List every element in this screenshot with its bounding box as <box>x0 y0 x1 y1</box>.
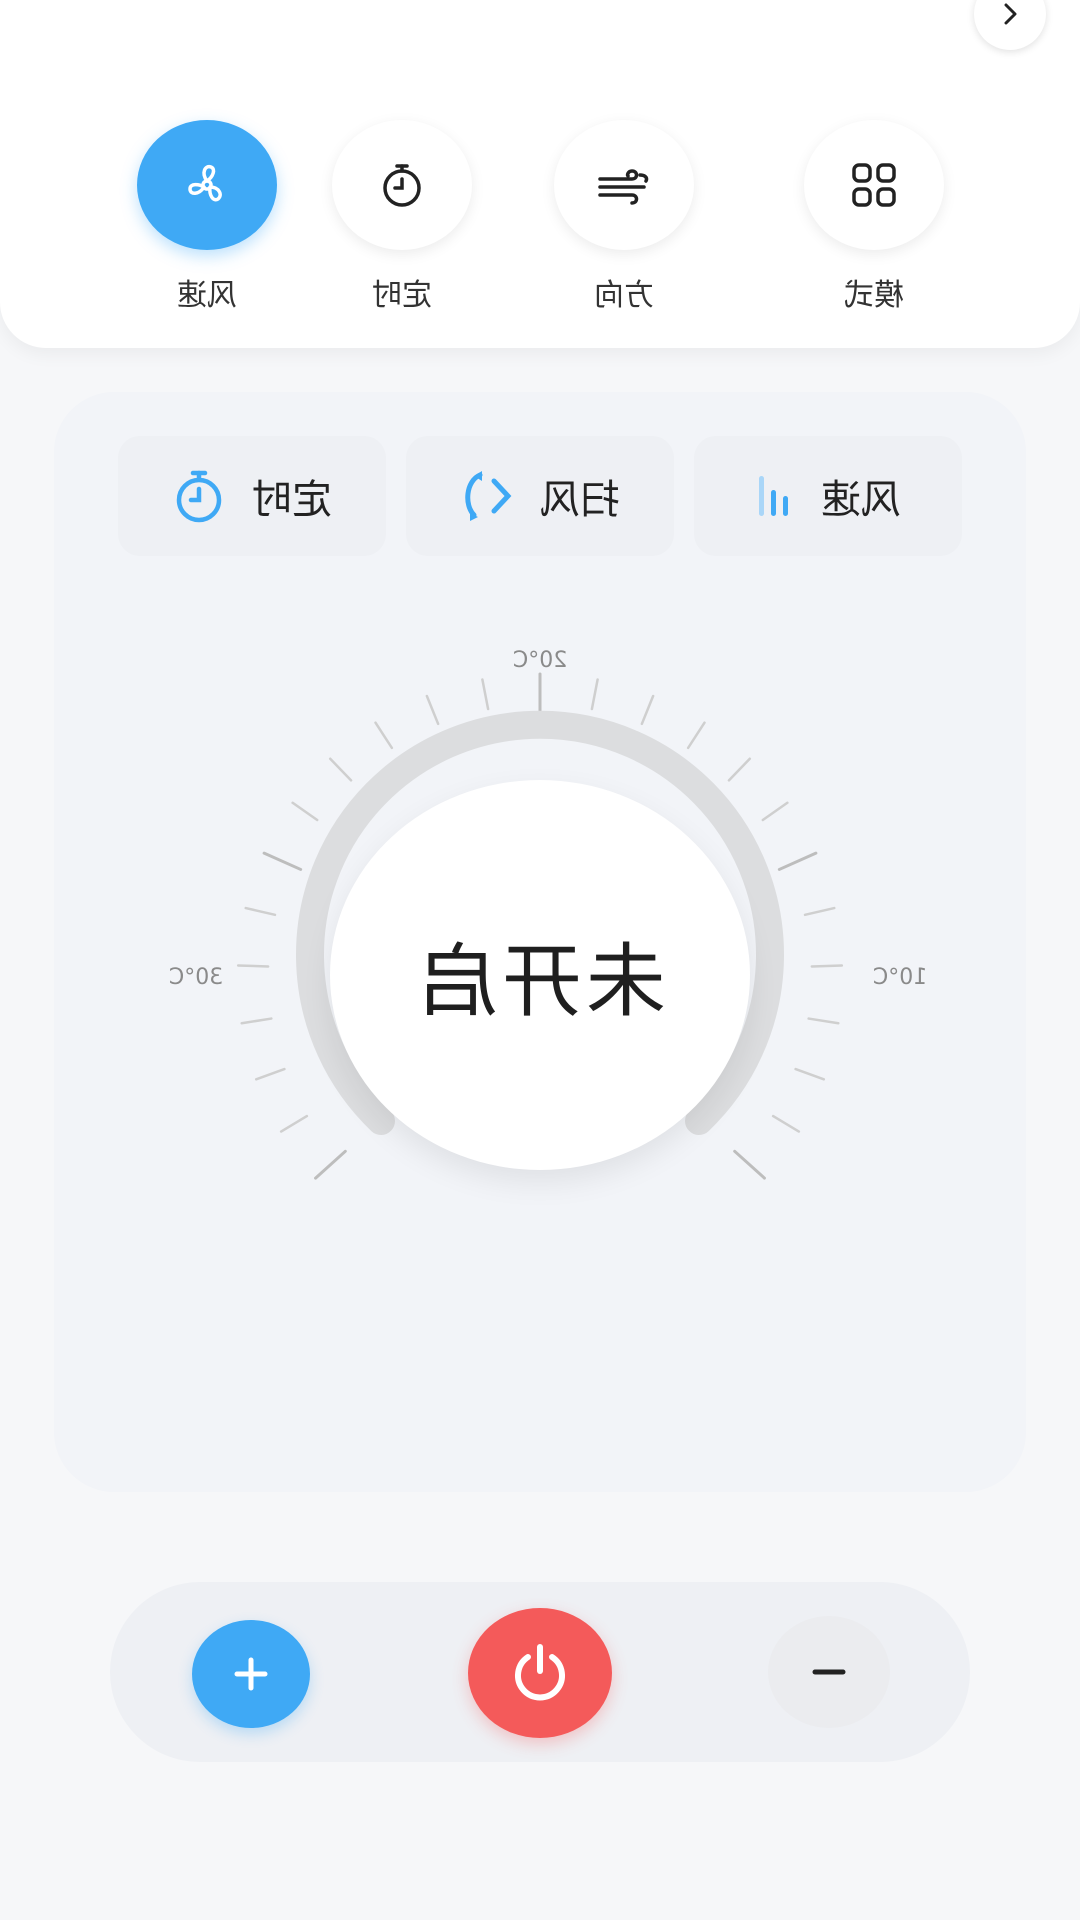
chevron-right-icon <box>1004 3 1017 25</box>
dial-tick <box>803 906 836 917</box>
mode-circle[interactable] <box>804 120 944 250</box>
increase-button[interactable] <box>192 1620 310 1728</box>
chip-speed[interactable]: 风速 <box>694 436 962 556</box>
dial-label-top: 20°C <box>513 648 567 673</box>
dial-tick <box>328 757 353 782</box>
dial-tick <box>425 694 440 726</box>
dial-tick <box>254 1067 286 1081</box>
plus-icon <box>234 1657 268 1691</box>
chip-speed-label: 风速 <box>821 477 901 523</box>
chip-timer[interactable]: 定时 <box>118 436 386 556</box>
dial-tick <box>240 1017 273 1025</box>
power-button[interactable] <box>468 1608 612 1738</box>
dial-tick <box>761 801 789 822</box>
dial-tick <box>374 721 394 750</box>
timer-icon <box>383 164 421 207</box>
dial-tick <box>686 721 706 750</box>
chip-timer-label: 定时 <box>252 477 332 523</box>
dial-tick <box>590 678 599 711</box>
fan-speed-circle[interactable] <box>137 120 277 250</box>
power-icon <box>515 1644 565 1701</box>
dial-tick <box>727 757 752 782</box>
dial-tick <box>314 1149 347 1180</box>
timer-circle[interactable] <box>332 120 472 250</box>
timer-label: 定时 <box>372 278 432 313</box>
function-timer[interactable]: 定时 <box>332 120 472 316</box>
dial-tick <box>794 1067 826 1081</box>
dial-tick <box>777 851 818 871</box>
dial-status: 未开启 <box>414 935 666 1028</box>
function-fan-speed[interactable]: 风速 <box>137 120 277 316</box>
timer-icon <box>176 470 222 523</box>
dial-tick <box>640 694 655 726</box>
speed-bars-icon <box>759 476 788 516</box>
fan-icon <box>188 164 222 202</box>
function-direction[interactable]: 方向 <box>554 120 694 316</box>
decrease-button[interactable] <box>768 1616 890 1728</box>
mode-label: 模式 <box>844 278 904 313</box>
dial-label-right: 10°C <box>873 965 927 990</box>
direction-circle[interactable] <box>554 120 694 250</box>
dial-tick <box>771 1114 801 1133</box>
dial-tick <box>733 1149 766 1180</box>
fan-speed-label: 风速 <box>177 278 237 313</box>
direction-label: 方向 <box>594 278 654 313</box>
wind-direction-icon <box>598 169 649 205</box>
dial-tick <box>810 964 844 968</box>
dial-tick <box>262 851 303 871</box>
dial-tick <box>807 1017 840 1025</box>
dial-tick <box>236 964 270 968</box>
dial-tick <box>244 906 277 917</box>
function-mode[interactable]: 模式 <box>804 120 944 316</box>
dial-knob[interactable]: 未开启 <box>330 780 750 1170</box>
minus-icon <box>812 1669 846 1675</box>
dial-label-left: 30°C <box>169 965 223 990</box>
chip-swing-label: 扫风 <box>540 477 620 523</box>
swing-icon <box>465 471 512 521</box>
chip-swing[interactable]: 扫风 <box>406 436 674 556</box>
grid-mode-icon <box>852 163 896 207</box>
dial-tick <box>481 678 490 711</box>
dial-tick <box>291 801 319 822</box>
dial-tick <box>279 1114 309 1133</box>
